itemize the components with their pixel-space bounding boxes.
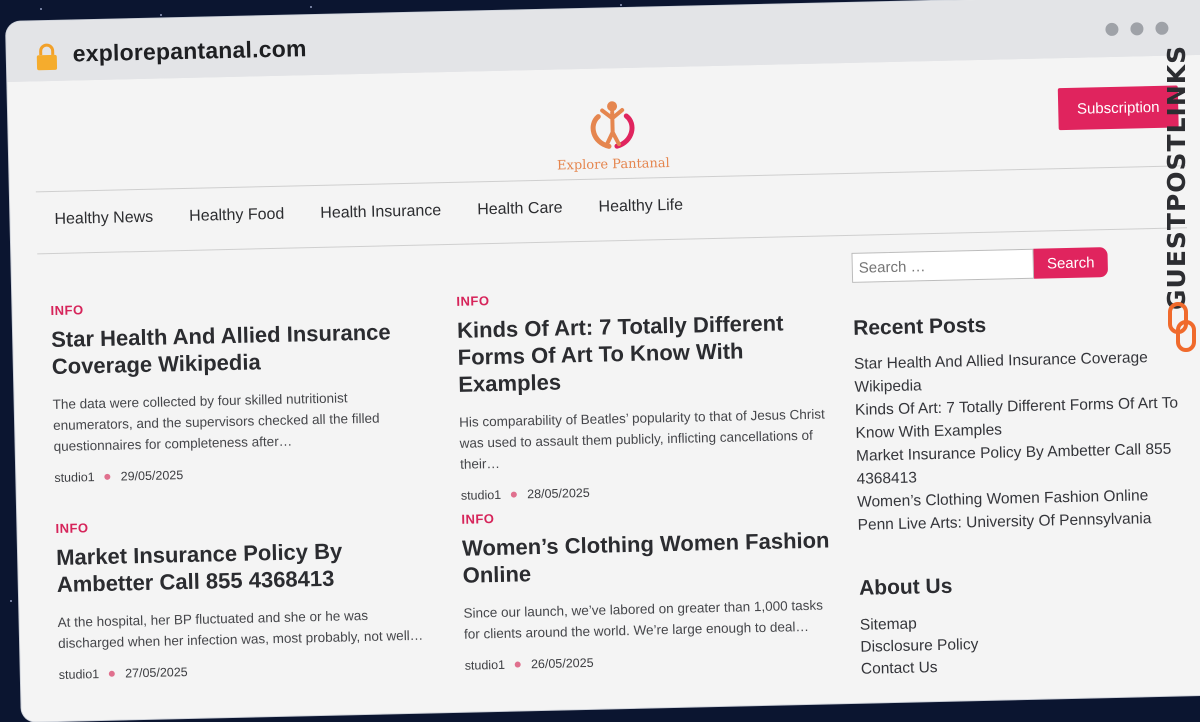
recent-post-link[interactable]: Star Health And Allied Insurance Coverag… bbox=[854, 345, 1195, 399]
sidebar: Search Recent Posts Star Health And Alli… bbox=[851, 245, 1200, 681]
browser-window: explorepantanal.com Explore Pantanal Sub… bbox=[6, 0, 1200, 722]
guestpostlinks-badge: GUESTPOSTLINKS bbox=[1160, 44, 1200, 360]
recent-posts-heading: Recent Posts bbox=[852, 313, 987, 340]
window-dot-icon[interactable] bbox=[1130, 22, 1144, 36]
main-nav: Healthy News Healthy Food Health Insuran… bbox=[54, 197, 683, 229]
post-meta: studio1 26/05/2025 bbox=[465, 650, 835, 673]
search-form: Search bbox=[851, 245, 1192, 283]
post-card: INFO Star Health And Allied Insurance Co… bbox=[50, 295, 424, 485]
post-category[interactable]: INFO bbox=[456, 285, 826, 309]
post-author[interactable]: studio1 bbox=[465, 658, 506, 673]
post-category[interactable]: INFO bbox=[50, 295, 420, 318]
recent-post-link[interactable]: Kinds Of Art: 7 Totally Different Forms … bbox=[855, 391, 1196, 445]
window-dot-icon[interactable] bbox=[1105, 22, 1119, 37]
recent-post-link[interactable]: Market Insurance Policy By Ambetter Call… bbox=[856, 437, 1197, 491]
post-author[interactable]: studio1 bbox=[59, 667, 100, 682]
post-meta: studio1 29/05/2025 bbox=[54, 463, 424, 485]
nav-item-healthy-life[interactable]: Healthy Life bbox=[598, 197, 683, 217]
post-title[interactable]: Women’s Clothing Women Fashion Online bbox=[462, 526, 833, 588]
lock-icon bbox=[36, 43, 58, 71]
website-page: Explore Pantanal Subscription Healthy Ne… bbox=[7, 54, 1200, 722]
post-excerpt: Since our launch, we’ve labored on great… bbox=[463, 597, 824, 642]
about-us-heading: About Us bbox=[858, 574, 953, 600]
chain-link-icon bbox=[1168, 302, 1196, 352]
logo-text: Explore Pantanal bbox=[556, 155, 670, 174]
post-excerpt: At the hospital, her BP fluctuated and s… bbox=[57, 607, 424, 651]
post-author[interactable]: studio1 bbox=[461, 488, 502, 503]
post-category[interactable]: INFO bbox=[461, 503, 831, 527]
post-date[interactable]: 29/05/2025 bbox=[120, 468, 183, 483]
window-controls bbox=[1105, 21, 1169, 37]
separator-dot-icon bbox=[104, 473, 111, 480]
post-category[interactable]: INFO bbox=[55, 513, 425, 536]
window-dot-icon[interactable] bbox=[1155, 21, 1169, 35]
search-button[interactable]: Search bbox=[1033, 247, 1109, 279]
search-input[interactable] bbox=[851, 248, 1035, 283]
post-excerpt: The data were collected by four skilled … bbox=[52, 390, 380, 455]
separator-dot-icon bbox=[109, 670, 116, 677]
post-meta: studio1 27/05/2025 bbox=[59, 660, 429, 682]
recent-posts-list: Star Health And Allied Insurance Coverag… bbox=[854, 345, 1198, 537]
post-title[interactable]: Market Insurance Policy By Ambetter Call… bbox=[56, 536, 427, 598]
post-date[interactable]: 26/05/2025 bbox=[531, 656, 594, 671]
post-excerpt: His comparability of Beatles’ popularity… bbox=[459, 406, 825, 472]
nav-item-healthy-food[interactable]: Healthy Food bbox=[189, 206, 285, 226]
nav-item-healthy-news[interactable]: Healthy News bbox=[54, 209, 153, 229]
post-title[interactable]: Kinds Of Art: 7 Totally Different Forms … bbox=[457, 308, 829, 397]
post-date[interactable]: 28/05/2025 bbox=[527, 486, 590, 501]
logo-figure-icon bbox=[590, 101, 635, 149]
url-text[interactable]: explorepantanal.com bbox=[72, 35, 306, 67]
post-meta: studio1 28/05/2025 bbox=[461, 480, 831, 503]
post-card: INFO Market Insurance Policy By Ambetter… bbox=[55, 513, 429, 682]
nav-item-health-care[interactable]: Health Care bbox=[477, 199, 563, 219]
post-title[interactable]: Star Health And Allied Insurance Coverag… bbox=[51, 318, 422, 380]
post-author[interactable]: studio1 bbox=[54, 470, 95, 485]
separator-dot-icon bbox=[514, 661, 522, 668]
post-card: INFO Kinds Of Art: 7 Totally Different F… bbox=[456, 285, 831, 503]
post-card: INFO Women’s Clothing Women Fashion Onli… bbox=[461, 503, 835, 673]
post-date[interactable]: 27/05/2025 bbox=[125, 665, 188, 680]
site-logo[interactable]: Explore Pantanal bbox=[542, 97, 684, 174]
badge-text: GUESTPOSTLINKS bbox=[1162, 44, 1191, 310]
separator-dot-icon bbox=[511, 491, 518, 498]
nav-item-health-insurance[interactable]: Health Insurance bbox=[320, 202, 441, 223]
